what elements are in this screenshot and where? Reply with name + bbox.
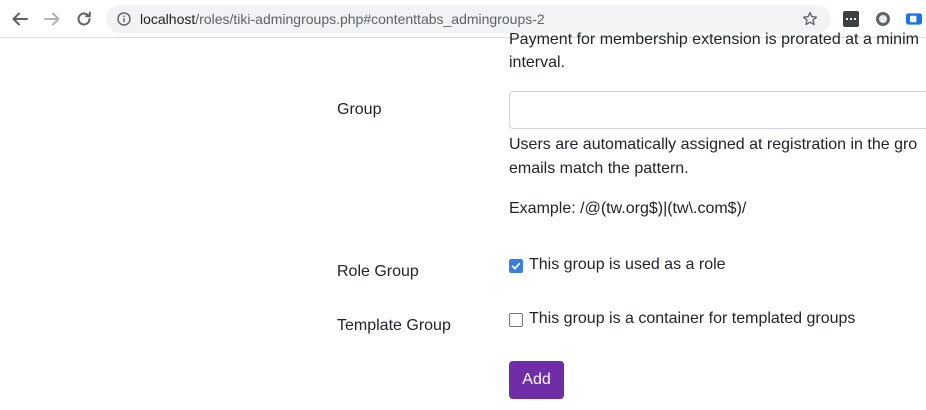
reload-icon	[77, 11, 91, 26]
extension-icon[interactable]	[843, 11, 859, 27]
checkmark-icon	[510, 260, 522, 272]
role-group-checkbox-label[interactable]: This group is used as a role	[529, 253, 726, 277]
forward-button[interactable]	[41, 8, 63, 30]
group-label: Group	[337, 101, 382, 118]
info-icon[interactable]	[117, 12, 131, 26]
template-group-checkbox[interactable]	[509, 313, 523, 327]
extension-badge-icon[interactable]	[906, 11, 922, 27]
url-path: /roles/tiki-admingroups.php#contenttabs_…	[195, 11, 545, 27]
extension-circle-icon[interactable]	[875, 11, 891, 27]
group-example: Example: /@(tw.org$)|(tw\.com$)/	[509, 200, 747, 217]
url-text[interactable]: localhost/roles/tiki-admingroups.php#con…	[140, 11, 545, 27]
role-group-label: Role Group	[337, 263, 419, 280]
bookmark-star-icon[interactable]	[802, 11, 818, 27]
role-group-checkbox[interactable]	[506, 256, 526, 276]
back-button[interactable]	[9, 8, 31, 30]
forward-arrow-icon	[44, 12, 60, 26]
add-button[interactable]: Add	[509, 361, 564, 399]
group-help-line2: emails match the pattern.	[509, 160, 689, 177]
prorate-text-line2: interval.	[509, 54, 566, 71]
url-host: localhost	[140, 11, 196, 27]
reload-button[interactable]	[73, 8, 95, 30]
group-help-line1: Users are automatically assigned at regi…	[509, 136, 918, 153]
back-arrow-icon	[12, 12, 28, 26]
template-group-checkbox-label[interactable]: This group is a container for templated …	[529, 307, 855, 331]
prorate-text-line1: Payment for membership extension is pror…	[509, 31, 919, 48]
group-pattern-input[interactable]	[509, 91, 926, 129]
template-group-label: Template Group	[337, 317, 451, 334]
